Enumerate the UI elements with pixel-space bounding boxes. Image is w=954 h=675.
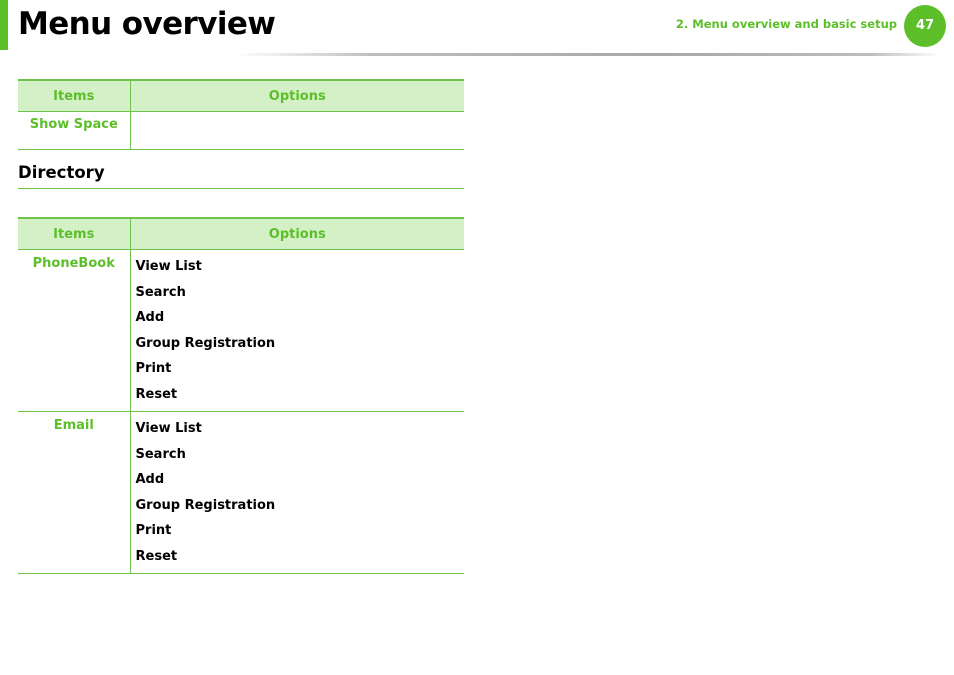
table-row: Email View List Search Add Group Registr…: [18, 411, 464, 574]
option-item: Search: [135, 284, 186, 300]
accent-bar: [0, 0, 8, 50]
option-item: Print: [135, 361, 172, 376]
options-column-header: Options: [129, 217, 464, 250]
options-cell: [129, 111, 464, 150]
show-space-table: Items Options Show Space: [18, 79, 464, 150]
table-header-row: Items Options: [18, 217, 464, 250]
items-column-header: Items: [18, 79, 130, 112]
page-title: Menu overview: [18, 6, 276, 42]
table-header-row: Items Options: [18, 79, 464, 112]
options-column-header: Options: [129, 79, 464, 112]
option-item: Search: [135, 446, 186, 462]
option-item: View List: [135, 421, 202, 436]
options-cell: View List Search Add Group Registration …: [129, 249, 464, 412]
option-item: Reset: [135, 548, 178, 564]
options-cell: View List Search Add Group Registration …: [129, 411, 464, 574]
option-item: View List: [135, 259, 202, 274]
option-item: Print: [135, 523, 172, 538]
directory-table: Items Options PhoneBook View List Search…: [18, 217, 464, 574]
table-row: Show Space: [18, 111, 464, 150]
option-item: Add: [135, 472, 165, 487]
item-cell: Email: [18, 411, 130, 574]
item-cell: Show Space: [18, 111, 130, 150]
option-item: Add: [135, 310, 165, 325]
option-item: Group Registration: [135, 497, 276, 513]
option-item: Group Registration: [135, 335, 276, 351]
chapter-label: 2. Menu overview and basic setup: [675, 17, 897, 31]
item-cell: PhoneBook: [18, 249, 130, 412]
option-item: Reset: [135, 386, 178, 402]
items-column-header: Items: [18, 217, 130, 250]
page-number-badge: 47: [904, 5, 946, 47]
section-heading: Directory: [18, 160, 464, 189]
header-divider: [235, 53, 940, 56]
table-row: PhoneBook View List Search Add Group Reg…: [18, 249, 464, 412]
